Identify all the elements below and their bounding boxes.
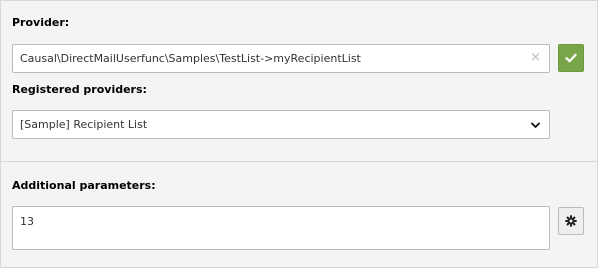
- additional-parameters-field[interactable]: 13: [12, 206, 550, 250]
- provider-section: Provider: Causal\DirectMailUserfunc\Samp…: [1, 1, 597, 162]
- close-icon[interactable]: ×: [530, 51, 541, 65]
- additional-parameters-value: 13: [20, 215, 34, 228]
- registered-providers-select[interactable]: [Sample] Recipient List: [12, 110, 550, 139]
- provider-input[interactable]: Causal\DirectMailUserfunc\Samples\TestLi…: [12, 44, 550, 73]
- registered-providers-label: Registered providers:: [12, 83, 147, 96]
- provider-input-value: Causal\DirectMailUserfunc\Samples\TestLi…: [20, 52, 361, 65]
- gear-icon: [565, 215, 577, 227]
- provider-form: Provider: Causal\DirectMailUserfunc\Samp…: [0, 0, 598, 268]
- chevron-down-icon: [531, 122, 540, 128]
- check-icon: [565, 53, 577, 63]
- parameters-settings-button[interactable]: [558, 207, 584, 235]
- additional-parameters-label: Additional parameters:: [12, 179, 156, 192]
- registered-providers-selected: [Sample] Recipient List: [20, 118, 148, 131]
- provider-label: Provider:: [12, 16, 70, 29]
- apply-provider-button[interactable]: [558, 44, 584, 72]
